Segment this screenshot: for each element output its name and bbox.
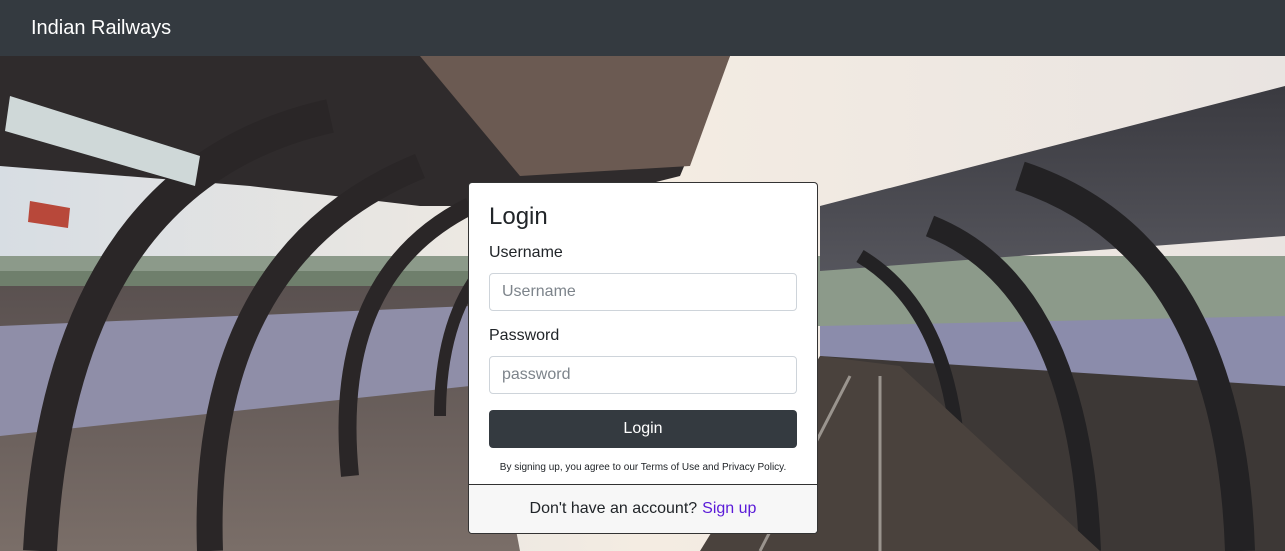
- password-label: Password: [489, 327, 560, 344]
- login-card: Login Username Password Login By signing…: [468, 182, 818, 534]
- login-card-body: Login Username Password Login By signing…: [469, 183, 817, 474]
- password-input[interactable]: [489, 356, 797, 394]
- terms-text: By signing up, you agree to our Terms of…: [499, 462, 787, 473]
- navbar-brand[interactable]: Indian Railways: [31, 17, 171, 40]
- login-card-footer: Don't have an account? Sign up: [469, 484, 817, 533]
- no-account-text: Don't have an account?: [529, 500, 698, 517]
- login-button[interactable]: Login: [489, 410, 797, 448]
- username-label: Username: [489, 244, 563, 261]
- signup-link[interactable]: Sign up: [702, 500, 756, 518]
- top-navbar: Indian Railways: [0, 0, 1285, 56]
- username-input[interactable]: [489, 273, 797, 311]
- login-title: Login: [489, 203, 548, 230]
